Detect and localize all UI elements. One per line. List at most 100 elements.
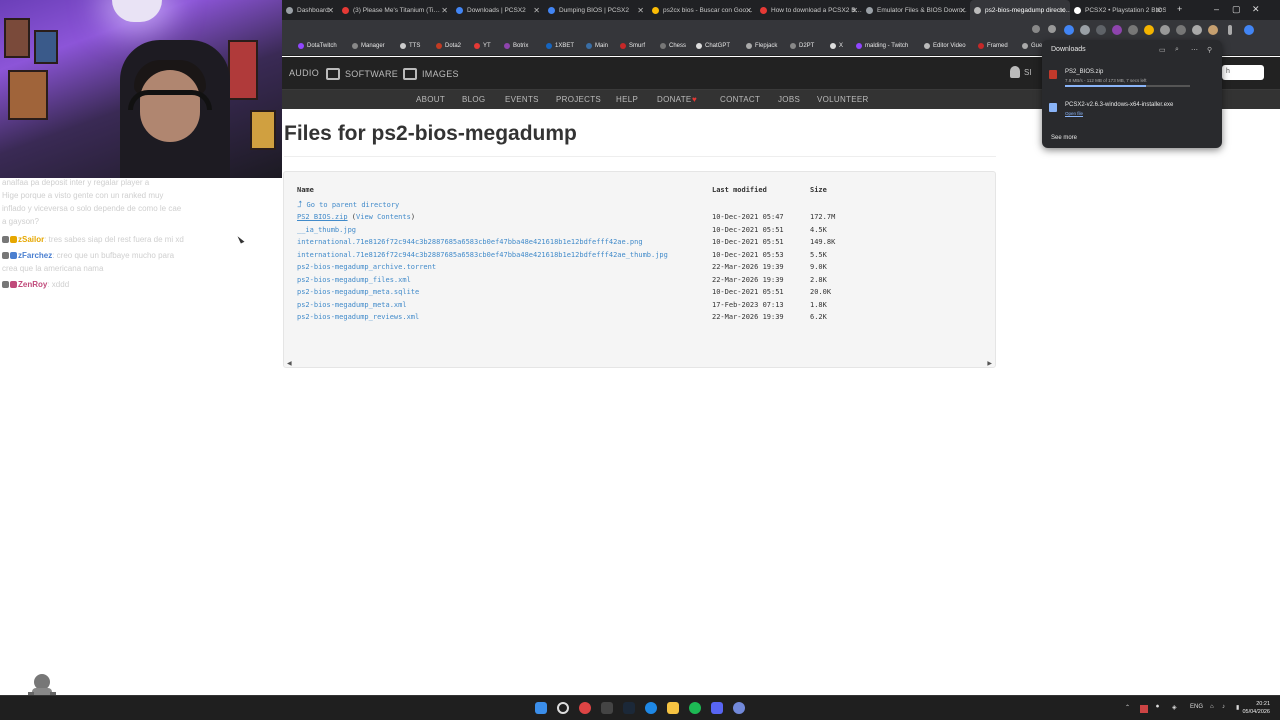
browser-tab[interactable]: Downloads | PCSX2 ✕: [452, 0, 544, 20]
profile-avatar-icon[interactable]: [1208, 25, 1218, 35]
tray-mic-icon[interactable]: ⏺: [1156, 704, 1159, 711]
download-item-complete[interactable]: PCSX2-v2.6.3-windows-x64-installer.exe O…: [1049, 102, 1215, 122]
tab-close-icon[interactable]: ✕: [533, 6, 540, 15]
sub-nav-projects[interactable]: PROJECTS: [556, 95, 601, 104]
app-icon[interactable]: [733, 702, 745, 714]
bookmark-item[interactable]: TTS: [400, 43, 420, 49]
bookmark-item[interactable]: Dota2: [436, 43, 461, 49]
maximize-icon[interactable]: ▢: [1232, 4, 1241, 15]
file-link[interactable]: ps2-bios-megadump_meta.sqlite: [297, 288, 419, 296]
sub-nav-jobs[interactable]: JOBS: [778, 95, 800, 104]
bookmark-item[interactable]: ChatGPT: [696, 43, 730, 49]
bookmark-item[interactable]: Main: [586, 43, 608, 49]
file-link[interactable]: ps2-bios-megadump_files.xml: [297, 276, 411, 284]
bookmark-item[interactable]: Flepjack: [746, 43, 777, 49]
bookmark-item[interactable]: YT: [474, 43, 491, 49]
extension-5-icon[interactable]: [1128, 25, 1138, 35]
tab-close-icon[interactable]: ✕: [959, 6, 966, 15]
bookmark-item[interactable]: 1XBET: [546, 43, 574, 49]
tray-app-icon[interactable]: [1140, 705, 1148, 713]
tray-expand-icon[interactable]: ⌃: [1125, 704, 1130, 711]
new-tab-icon[interactable]: +: [1177, 4, 1182, 14]
file-link[interactable]: __ia_thumb.jpg: [297, 226, 356, 234]
zoom-icon[interactable]: [1032, 25, 1040, 33]
obs-icon[interactable]: [579, 702, 591, 714]
file-link[interactable]: international.71e8126f72c944c3b2887685a6…: [297, 238, 643, 246]
browser-tab[interactable]: PCSX2 • Playstation 2 BIOS (…✕: [1070, 0, 1166, 20]
tab-close-icon[interactable]: ✕: [1059, 6, 1066, 15]
download-item-active[interactable]: PS2_BIOS.zip 7.8 MB/s - 112 MB of 173 MB…: [1049, 69, 1215, 89]
volume-icon[interactable]: ♪: [1222, 704, 1225, 710]
extension-2-icon[interactable]: [1080, 25, 1090, 35]
bookmark-item[interactable]: Chess: [660, 43, 686, 49]
browser-tab[interactable]: Dumping BIOS | PCSX2 ✕: [544, 0, 648, 20]
battery-icon[interactable]: ▮: [1236, 704, 1239, 711]
browser-tab[interactable]: How to download a PCSX2 B… ✕: [756, 0, 862, 20]
menu-icon[interactable]: [1228, 25, 1232, 35]
horizontal-scrollbar[interactable]: ◀ ▶: [284, 359, 995, 367]
column-header-modified[interactable]: Last modified: [712, 186, 767, 194]
pin-icon[interactable]: ⚲: [1207, 46, 1212, 54]
sub-nav-volunteer[interactable]: VOLUNTEER: [817, 95, 869, 104]
bookmark-item[interactable]: Framed: [978, 43, 1008, 49]
extension-4-icon[interactable]: [1112, 25, 1122, 35]
bookmark-item[interactable]: Smurf: [620, 43, 645, 49]
tray-app-icon[interactable]: ◈: [1172, 704, 1177, 711]
parent-directory-link[interactable]: ⮥ Go to parent directory: [297, 200, 399, 210]
spotify-icon[interactable]: [689, 702, 701, 714]
browser-tab[interactable]: Dashboard ✕: [282, 0, 338, 20]
minimize-icon[interactable]: –: [1214, 4, 1219, 14]
file-link[interactable]: ps2-bios-megadump_reviews.xml: [297, 313, 419, 321]
bookmark-item[interactable]: X: [830, 43, 843, 49]
folder-icon[interactable]: ▭: [1159, 46, 1166, 54]
bookmark-item[interactable]: Editor Video: [924, 43, 966, 49]
bookmark-item[interactable]: Manager: [352, 43, 385, 49]
site-search-input[interactable]: h: [1222, 65, 1264, 80]
browser-tab[interactable]: (3) Please Me's Titanium (Ti… ✕: [338, 0, 452, 20]
nav-software[interactable]: SOFTWARE: [326, 68, 398, 80]
chat-username[interactable]: zSailor: [18, 235, 44, 244]
file-link[interactable]: ps2-bios-megadump_archive.torrent: [297, 263, 436, 271]
search-icon[interactable]: [557, 702, 569, 714]
tab-close-icon[interactable]: ✕: [745, 6, 752, 15]
tab-close-icon[interactable]: ✕: [637, 6, 644, 15]
nav-audio[interactable]: AUDIO: [289, 68, 319, 78]
bookmark-item[interactable]: malding - Twitch: [856, 43, 908, 49]
browser-icon[interactable]: [645, 702, 657, 714]
downloads-icon[interactable]: [1192, 25, 1202, 35]
tab-close-icon[interactable]: ✕: [851, 6, 858, 15]
app-icon[interactable]: [601, 702, 613, 714]
chat-username[interactable]: zFarchez: [18, 251, 52, 260]
column-header-name[interactable]: Name: [297, 186, 314, 194]
start-button-icon[interactable]: [535, 702, 547, 714]
bookmark-item[interactable]: Botrix: [504, 43, 528, 49]
tab-close-icon[interactable]: ✕: [327, 6, 334, 15]
sub-nav-contact[interactable]: CONTACT: [720, 95, 760, 104]
file-link[interactable]: ps2-bios-megadump_meta.xml: [297, 301, 407, 309]
history-icon[interactable]: [1176, 25, 1186, 35]
chat-username[interactable]: ZenRoy: [18, 280, 47, 289]
tab-close-icon[interactable]: ✕: [1155, 6, 1162, 15]
sub-nav-help[interactable]: HELP: [616, 95, 638, 104]
sub-nav-events[interactable]: EVENTS: [505, 95, 539, 104]
system-clock[interactable]: 20:21 05/04/2026: [1242, 700, 1270, 716]
extension-1-icon[interactable]: [1064, 25, 1074, 35]
browser-tab[interactable]: Emulator Files & BIOS Down… ✕: [862, 0, 970, 20]
bookmark-item[interactable]: D2PT: [790, 43, 814, 49]
extension-7-icon[interactable]: [1160, 25, 1170, 35]
sub-nav-blog[interactable]: BLOG: [462, 95, 485, 104]
search-icon[interactable]: ⌕: [1175, 46, 1179, 54]
close-window-icon[interactable]: ✕: [1252, 4, 1260, 15]
nav-images[interactable]: IMAGES: [403, 68, 459, 80]
view-contents-link[interactable]: View Contents: [356, 213, 411, 221]
steam-icon[interactable]: [623, 702, 635, 714]
browser-tab[interactable]: ps2cx bios - Buscar con Goo… ✕: [648, 0, 756, 20]
file-link[interactable]: PS2_BIOS.zip (View Contents): [297, 213, 415, 221]
scroll-right-icon[interactable]: ▶: [987, 360, 992, 367]
bookmark-star-icon[interactable]: [1048, 25, 1056, 33]
sub-nav-about[interactable]: ABOUT: [416, 95, 445, 104]
discord-icon[interactable]: [711, 702, 723, 714]
see-more-link[interactable]: See more: [1051, 135, 1077, 141]
bookmark-item[interactable]: DotaTwitch: [298, 43, 337, 49]
open-file-link[interactable]: Open file: [1065, 111, 1083, 116]
